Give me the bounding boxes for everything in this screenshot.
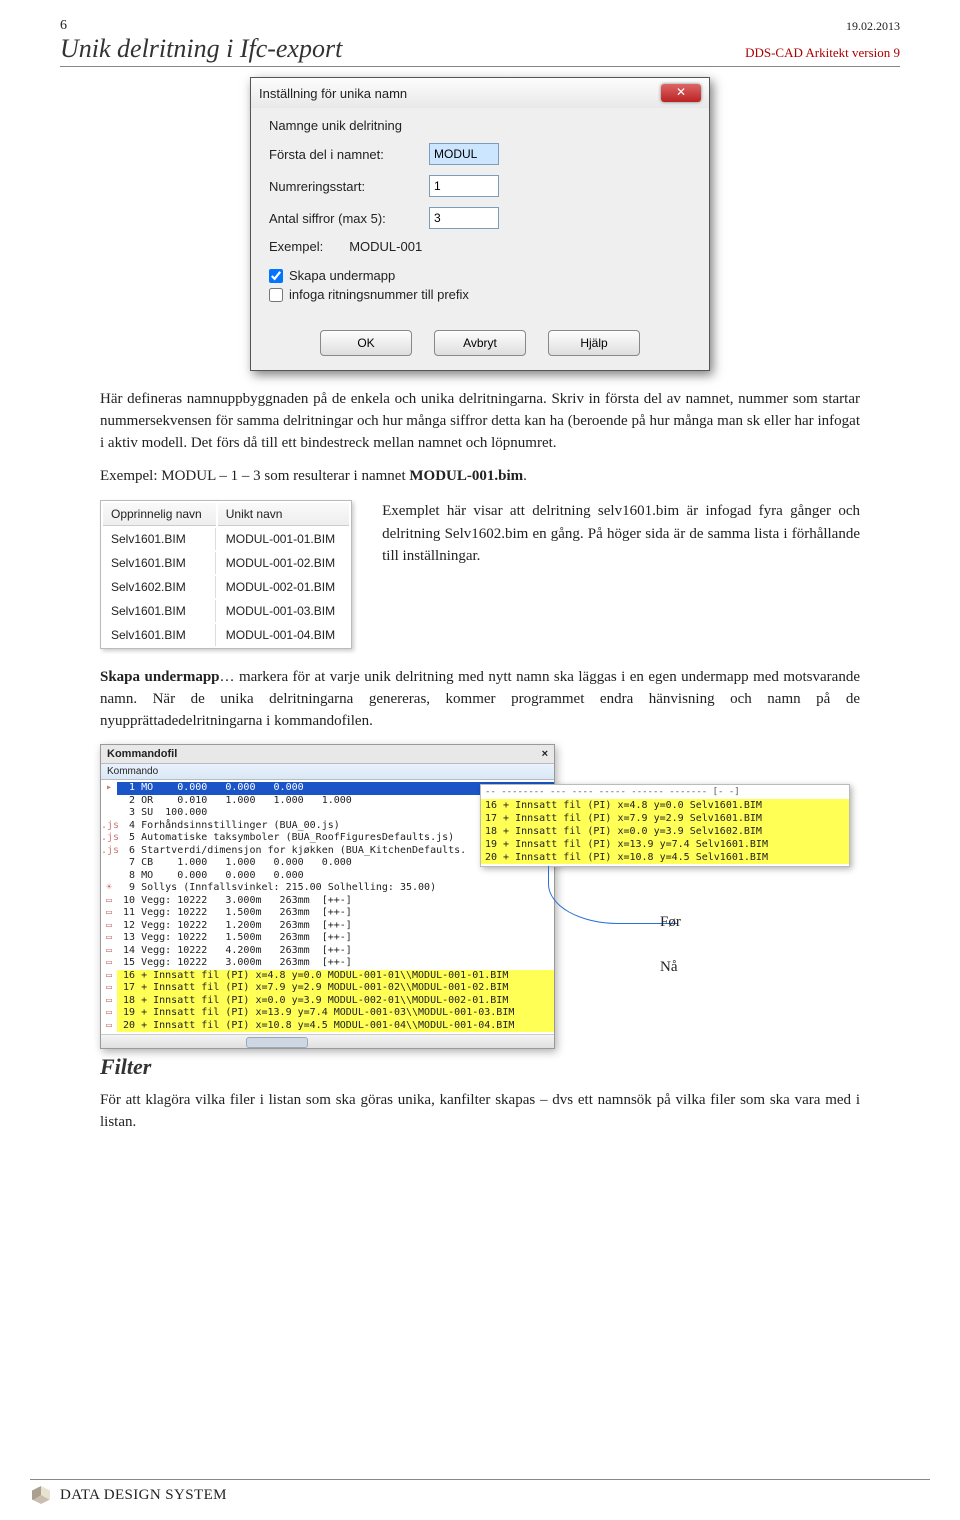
label-insert-prefix: infoga ritningsnummer till prefix <box>289 287 469 302</box>
line-icon: ▭ <box>101 982 117 995</box>
line-icon: .js <box>101 845 117 858</box>
page-date: 19.02.2013 <box>846 19 900 34</box>
table-row: Selv1601.BIMMODUL-001-01.BIM <box>103 528 349 550</box>
input-numbering-start[interactable] <box>429 175 499 197</box>
filter-text: För att klagöra vilka filer i listan som… <box>100 1090 860 1134</box>
line-icon: ▭ <box>101 1020 117 1033</box>
filter-heading: Filter <box>100 1054 860 1080</box>
cancel-button[interactable]: Avbryt <box>434 330 526 356</box>
command-line: 8 MO 0.000 0.000 0.000 <box>101 870 554 883</box>
command-line: ▭ 13 Vegg: 10222 1.500m 263mm [++-] <box>101 932 554 945</box>
connector-line <box>548 866 678 924</box>
command-file-title: Kommandofil <box>107 748 177 760</box>
table-row: Selv1601.BIMMODUL-001-03.BIM <box>103 600 349 622</box>
page-subtitle: DDS-CAD Arkitekt version 9 <box>745 45 900 61</box>
close-icon[interactable]: × <box>542 748 548 760</box>
cube-logo-icon <box>30 1484 52 1506</box>
command-line: ▭ 14 Vegg: 10222 4.200m 263mm [++-] <box>101 945 554 958</box>
subfolder-term: Skapa undermapp <box>100 669 220 685</box>
line-icon: ▭ <box>101 895 117 908</box>
page-title: Unik delritning i Ifc-export <box>60 34 342 64</box>
line-icon: ▸ <box>101 782 117 795</box>
paragraph-subfolder: Skapa undermapp… markera för at varje un… <box>100 667 860 732</box>
line-icon <box>101 795 117 808</box>
label-before: Før <box>660 914 681 931</box>
command-line: ▭ 19 + Innsatt fil (PI) x=13.9 y=7.4 MOD… <box>101 1007 554 1020</box>
command-line: ▭ 16 + Innsatt fil (PI) x=4.8 y=0.0 MODU… <box>101 970 554 983</box>
line-icon <box>101 870 117 883</box>
help-button[interactable]: Hjälp <box>548 330 640 356</box>
label-create-subfolder: Skapa undermapp <box>289 268 395 283</box>
fieldset-legend: Namnge unik delritning <box>269 118 691 133</box>
value-example: MODUL-001 <box>349 239 422 254</box>
col-unique: Unikt navn <box>218 503 349 526</box>
line-icon: ☀ <box>101 882 117 895</box>
input-first-part[interactable] <box>429 143 499 165</box>
command-line: ▭ 10 Vegg: 10222 3.000m 263mm [++-] <box>101 895 554 908</box>
inset-before-panel: -- -------- --- ---- ----- ------ ------… <box>480 784 850 867</box>
example-post: . <box>523 468 527 484</box>
command-line: ▭ 12 Vegg: 10222 1.200m 263mm [++-] <box>101 920 554 933</box>
line-icon <box>101 857 117 870</box>
footer-brand: DATA DESIGN SYSTEM <box>60 1487 227 1504</box>
line-icon: ▭ <box>101 920 117 933</box>
ok-button[interactable]: OK <box>320 330 412 356</box>
example-pre: Exempel: MODUL – 1 – 3 som resulterar i … <box>100 468 409 484</box>
horizontal-scrollbar[interactable] <box>101 1034 554 1048</box>
line-icon: .js <box>101 820 117 833</box>
name-mapping-table: Opprinnelig navn Unikt navn Selv1601.BIM… <box>100 500 352 649</box>
example-name: MODUL-001.bim <box>409 468 523 484</box>
command-line: ▭ 11 Vegg: 10222 1.500m 263mm [++-] <box>101 907 554 920</box>
input-digit-count[interactable] <box>429 207 499 229</box>
label-now: Nå <box>660 959 681 976</box>
line-icon: ▭ <box>101 1007 117 1020</box>
line-icon: ▭ <box>101 907 117 920</box>
line-icon: ▭ <box>101 970 117 983</box>
example-side-note: Exemplet här visar att delritning selv16… <box>382 500 860 568</box>
line-icon <box>101 807 117 820</box>
checkbox-insert-prefix[interactable] <box>269 288 283 302</box>
page-footer: DATA DESIGN SYSTEM <box>30 1479 930 1506</box>
command-line: ▭ 15 Vegg: 10222 3.000m 263mm [++-] <box>101 957 554 970</box>
label-example: Exempel: <box>269 239 323 254</box>
command-file-subheader: Kommando <box>101 764 554 780</box>
label-numbering-start: Numreringsstart: <box>269 179 429 194</box>
line-icon: ▭ <box>101 932 117 945</box>
line-icon: ▭ <box>101 945 117 958</box>
line-icon: ▭ <box>101 995 117 1008</box>
paragraph-example: Exempel: MODUL – 1 – 3 som resulterar i … <box>100 466 860 488</box>
table-row: Selv1602.BIMMODUL-002-01.BIM <box>103 576 349 598</box>
line-icon: ▭ <box>101 957 117 970</box>
page-number: 6 <box>60 18 67 34</box>
dialog-title: Inställning för unika namn <box>259 86 407 101</box>
table-row: Selv1601.BIMMODUL-001-04.BIM <box>103 624 349 646</box>
command-line: ☀ 9 Sollys (Innfallsvinkel: 215.00 Solhe… <box>101 882 554 895</box>
settings-dialog: Inställning för unika namn ✕ Namnge unik… <box>250 77 710 371</box>
checkbox-create-subfolder[interactable] <box>269 269 283 283</box>
table-row: Selv1601.BIMMODUL-001-02.BIM <box>103 552 349 574</box>
paragraph-intro: Här defineras namnuppbyggnaden på de enk… <box>100 389 860 454</box>
command-line: ▭ 17 + Innsatt fil (PI) x=7.9 y=2.9 MODU… <box>101 982 554 995</box>
command-line: ▭ 18 + Innsatt fil (PI) x=0.0 y=3.9 MODU… <box>101 995 554 1008</box>
line-icon: .js <box>101 832 117 845</box>
close-icon[interactable]: ✕ <box>661 84 701 102</box>
command-line: ▭ 20 + Innsatt fil (PI) x=10.8 y=4.5 MOD… <box>101 1020 554 1033</box>
label-digit-count: Antal siffror (max 5): <box>269 211 429 226</box>
label-first-part: Första del i namnet: <box>269 147 429 162</box>
col-original: Opprinnelig navn <box>103 503 216 526</box>
